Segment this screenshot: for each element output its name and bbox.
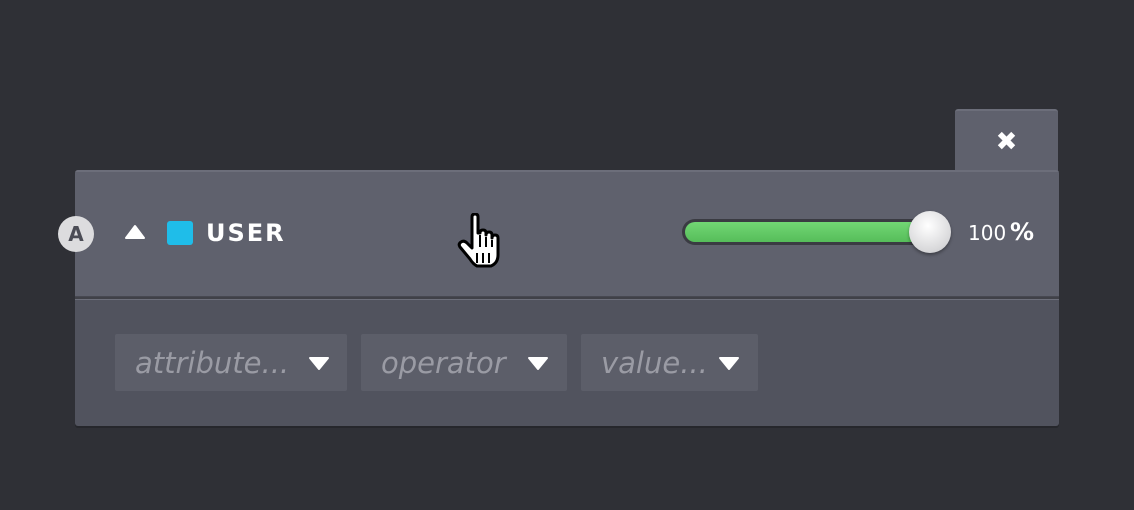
chevron-down-icon <box>719 357 739 370</box>
opacity-value: 100 <box>968 221 1007 245</box>
operator-placeholder: operator <box>381 345 506 380</box>
opacity-slider-thumb[interactable] <box>909 211 951 253</box>
layer-badge: A <box>58 216 94 252</box>
attribute-placeholder: attribute... <box>135 345 290 380</box>
close-icon: ✖ <box>995 127 1018 157</box>
chevron-down-icon <box>528 357 548 370</box>
opacity-slider-fill <box>685 222 929 242</box>
value-dropdown[interactable]: value... <box>581 334 758 391</box>
value-placeholder: value... <box>601 345 708 380</box>
close-button[interactable]: ✖ <box>955 109 1058 173</box>
opacity-slider[interactable] <box>682 219 932 245</box>
attribute-dropdown[interactable]: attribute... <box>115 334 347 391</box>
chevron-down-icon <box>309 357 329 370</box>
layer-name: USER <box>206 219 286 247</box>
operator-dropdown[interactable]: operator <box>361 334 567 391</box>
layer-color-swatch[interactable] <box>167 221 193 245</box>
caret-up-icon[interactable] <box>124 222 146 242</box>
opacity-unit: % <box>1010 218 1035 246</box>
hand-pointer-icon <box>457 213 500 268</box>
